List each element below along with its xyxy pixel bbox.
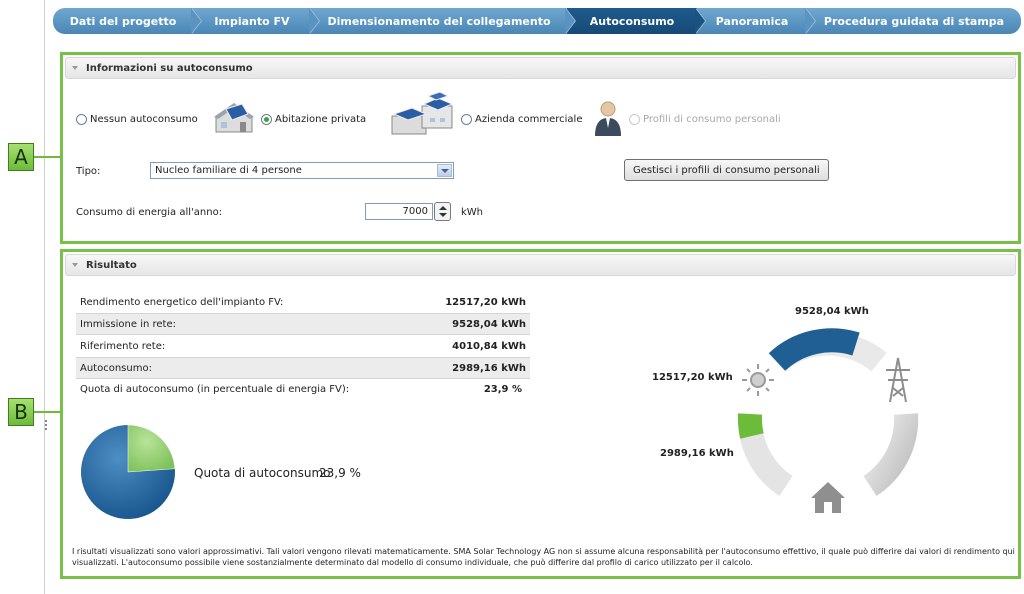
row-value: 9528,04 kWh bbox=[452, 318, 526, 330]
callout-b-line bbox=[34, 411, 60, 413]
radio-label-private-home: Abitazione privata bbox=[275, 114, 367, 125]
row-value: 23,9 % bbox=[483, 383, 522, 395]
result-row-grid-reference: Riferimento rete: 4010,84 kWh bbox=[76, 335, 530, 357]
tab-connection-sizing[interactable]: Dimensionamento del collegamento bbox=[311, 8, 576, 34]
row-value: 12517,20 kWh bbox=[445, 296, 526, 308]
sun-icon bbox=[742, 364, 774, 396]
row-value: 2989,16 kWh bbox=[452, 362, 526, 374]
row-label: Quota di autoconsumo (in percentuale di … bbox=[80, 383, 350, 395]
result-row-pv-yield: Rendimento energetico dell'impianto FV: 1… bbox=[76, 291, 530, 313]
ring-segment-grid-reference bbox=[863, 413, 919, 497]
result-row-grid-feed-in: Immissione in rete: 9528,04 kWh bbox=[76, 313, 530, 335]
consumption-unit: kWh bbox=[461, 207, 484, 218]
tab-label: Autoconsumo bbox=[589, 14, 675, 28]
type-label: Tipo: bbox=[76, 166, 101, 177]
tab-label: Dimensionamento del collegamento bbox=[327, 14, 551, 28]
radio-commercial[interactable] bbox=[461, 114, 472, 125]
radio-personal-profiles[interactable] bbox=[629, 114, 640, 125]
panel-title: Risultato bbox=[86, 259, 137, 271]
ring-segment-self-consumption bbox=[737, 413, 764, 439]
chevron-down-icon bbox=[437, 164, 452, 177]
energy-flow-diagram bbox=[737, 328, 919, 513]
ring-label-grid-feed-in: 9528,04 kWh bbox=[795, 306, 869, 317]
tab-label: Dati del progetto bbox=[69, 14, 177, 28]
ring-label-pv-yield: 12517,20 kWh bbox=[652, 372, 733, 383]
panel-header[interactable]: Risultato bbox=[65, 254, 1016, 276]
callout-a: A bbox=[8, 143, 34, 171]
callout-a-line bbox=[34, 156, 60, 158]
tab-label: Impianto FV bbox=[214, 14, 290, 28]
tab-pv-system[interactable]: Impianto FV bbox=[193, 8, 320, 34]
consumption-stepper[interactable] bbox=[434, 202, 451, 221]
collapse-icon bbox=[72, 263, 78, 267]
stepper-up-icon[interactable] bbox=[439, 206, 447, 210]
pie-label: Quota di autoconsumo bbox=[194, 466, 331, 480]
result-row-self-consumption: Autoconsumo: 2989,16 kWh bbox=[76, 357, 530, 379]
disclaimer-text: I risultati visualizzati sono valori app… bbox=[72, 547, 1015, 567]
panel-header[interactable]: Informazioni su autoconsumo bbox=[65, 57, 1016, 79]
stepper-down-icon[interactable] bbox=[439, 213, 447, 217]
row-value: 4010,84 kWh bbox=[452, 340, 526, 352]
button-label: Gestisci i profili di consumo personali bbox=[633, 164, 820, 176]
tab-self-consumption[interactable]: Autoconsumo bbox=[567, 8, 706, 34]
manage-profiles-button[interactable]: Gestisci i profili di consumo personali bbox=[624, 159, 829, 181]
row-label: Autoconsumo: bbox=[80, 362, 152, 374]
ring-segment-grid-feed-in bbox=[768, 328, 860, 372]
wizard-nav: Dati del progetto Impianto FV Dimensiona… bbox=[53, 8, 1021, 34]
row-label: Rendimento energetico dell'impianto FV: bbox=[80, 296, 284, 308]
callout-b: B bbox=[8, 398, 34, 426]
pie-slice-self-consumption bbox=[127, 424, 176, 473]
left-margin-rule bbox=[44, 0, 45, 594]
annual-consumption-input[interactable]: 7000 bbox=[365, 203, 433, 220]
home-icon bbox=[811, 482, 845, 513]
collapse-icon bbox=[72, 66, 78, 70]
row-label: Immissione in rete: bbox=[80, 318, 176, 330]
user-profile-icon bbox=[595, 101, 621, 136]
household-type-select[interactable]: Nucleo familiare di 4 persone bbox=[150, 162, 454, 179]
commercial-building-icon bbox=[391, 92, 454, 135]
splitter-handle[interactable] bbox=[45, 420, 48, 434]
tab-label: Procedura guidata di stampa bbox=[823, 14, 1005, 28]
result-row-self-consumption-share: Quota di autoconsumo (in percentuale di … bbox=[76, 378, 530, 400]
self-consumption-pie-chart bbox=[81, 424, 176, 519]
row-label: Riferimento rete: bbox=[80, 340, 166, 352]
radio-label-personal-profiles: Profili di consumo personali bbox=[643, 114, 781, 125]
ring-label-self-consumption: 2989,16 kWh bbox=[660, 448, 734, 459]
radio-no-self-consumption[interactable] bbox=[76, 114, 87, 125]
tab-print-wizard[interactable]: Procedura guidata di stampa bbox=[807, 8, 1021, 34]
radio-private-home[interactable] bbox=[261, 114, 272, 125]
private-house-icon bbox=[214, 103, 254, 133]
pie-value: 23,9 % bbox=[319, 466, 361, 480]
annual-consumption-label: Consumo di energia all'anno: bbox=[76, 207, 223, 218]
radio-label-no-self-consumption: Nessun autoconsumo bbox=[90, 114, 198, 125]
tab-label: Panoramica bbox=[715, 14, 789, 28]
radio-label-commercial: Azienda commerciale bbox=[475, 114, 583, 125]
power-pylon-icon bbox=[886, 357, 910, 403]
tab-project-data[interactable]: Dati del progetto bbox=[53, 8, 202, 34]
panel-title: Informazioni su autoconsumo bbox=[86, 62, 253, 74]
tab-overview[interactable]: Panoramica bbox=[697, 8, 816, 34]
select-value: Nucleo familiare di 4 persone bbox=[155, 165, 302, 176]
